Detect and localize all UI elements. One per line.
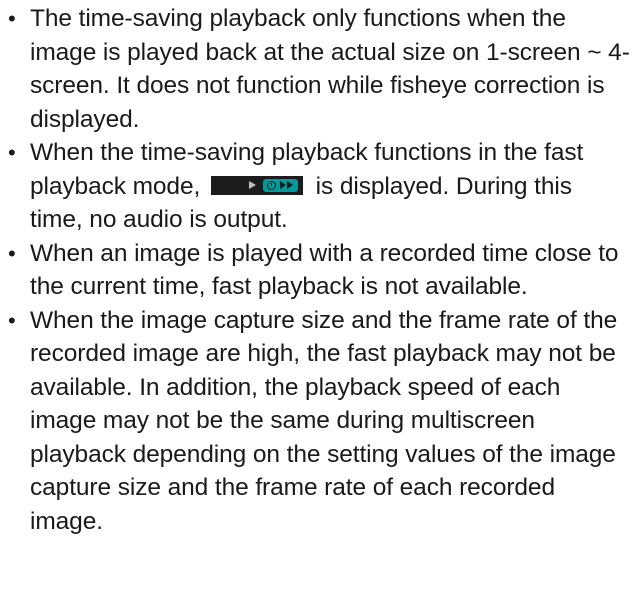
note-item: • The time-saving playback only function… xyxy=(6,2,631,136)
fast-playback-badge xyxy=(262,178,298,192)
bullet-icon: • xyxy=(8,307,16,333)
bullet-icon: • xyxy=(8,240,16,266)
note-item: • When the image capture size and the fr… xyxy=(6,304,631,539)
note-item: • When the time-saving playback function… xyxy=(6,136,631,237)
note-text: When the image capture size and the fram… xyxy=(30,306,618,535)
clock-icon xyxy=(266,180,276,190)
bullet-icon: • xyxy=(8,140,16,165)
fast-forward-icon xyxy=(286,180,293,189)
note-item: • When an image is played with a recorde… xyxy=(6,237,631,304)
bullet-icon: • xyxy=(8,6,16,31)
notes-list: • The time-saving playback only function… xyxy=(0,0,631,538)
note-text: The time-saving playback only functions … xyxy=(30,5,630,133)
fast-forward-icon xyxy=(279,180,286,189)
time-saving-fast-playback-indicator-icon xyxy=(210,175,303,195)
play-arrow-icon xyxy=(248,180,256,189)
note-text: When an image is played with a recorded … xyxy=(30,239,619,301)
